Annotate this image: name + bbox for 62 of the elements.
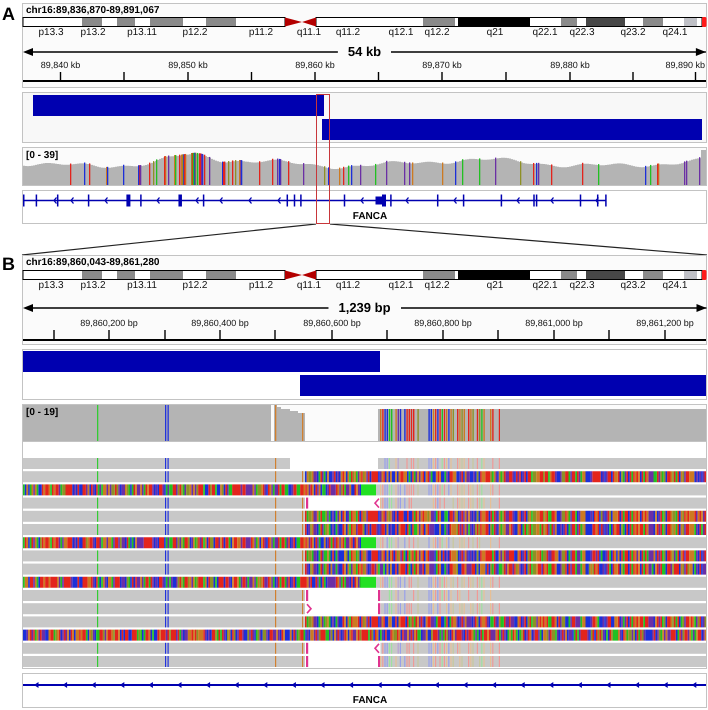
band-label: q21 (486, 27, 504, 38)
band-label: q11.2 (336, 280, 360, 291)
band-label: p13.11 (127, 280, 157, 291)
clip-mark-icon (306, 656, 308, 667)
data-range-label: [0 - 39] (26, 150, 58, 161)
tick-label: 89,860,400 bp (191, 317, 249, 329)
gene-name-label: FANCA (352, 695, 388, 706)
band-label: q22.1 (532, 27, 558, 38)
tick-label: 89,880 kb (550, 59, 590, 71)
band-label: p13.11 (127, 27, 157, 38)
band-label: q24.1 (662, 280, 688, 291)
clip-mark-icon (378, 603, 380, 614)
tick-label: 89,860,600 bp (303, 317, 361, 329)
band-label: p11.2 (248, 27, 274, 38)
locus-label: chr16:89,836,870-89,891,067 (26, 4, 160, 16)
band-label: q11.2 (336, 27, 360, 38)
tick-label: 89,850 kb (168, 59, 208, 71)
band-label: p12.2 (182, 27, 208, 38)
span-label: 54 kb (348, 45, 382, 59)
band-label: q23.2 (620, 27, 646, 38)
tick-label: 89,870 kb (422, 59, 462, 71)
band-label: p13.3 (38, 27, 64, 38)
current-region-marker (702, 270, 706, 280)
clip-mark-icon (378, 590, 380, 601)
locus-label: chr16:89,860,043-89,861,280 (26, 257, 160, 269)
band-label: q22.3 (569, 280, 595, 291)
tick-label: 89,861,200 bp (636, 317, 694, 329)
band-label: q22.3 (569, 27, 595, 38)
gene-name-label: FANCA (352, 211, 388, 222)
band-label: q23.2 (620, 280, 646, 291)
span-label: 1,239 bp (338, 301, 391, 315)
tick-label: 89,861,000 bp (525, 317, 583, 329)
chevron-left-icon (374, 498, 380, 508)
band-label: q12.1 (388, 27, 414, 38)
tick-label: 89,860 kb (295, 59, 335, 71)
clip-mark-icon (306, 590, 308, 601)
band-label: q12.2 (424, 280, 450, 291)
data-range-label: [0 - 19] (26, 407, 58, 418)
band-label: p12.2 (182, 280, 208, 291)
band-label: q22.1 (532, 280, 558, 291)
current-region-marker (702, 17, 706, 27)
chevron-right-icon (306, 604, 312, 614)
tick-label: 89,860,200 bp (80, 317, 138, 329)
band-label: p13.2 (80, 27, 106, 38)
panel-label: B (2, 255, 15, 273)
tick-label: 89,890 kb (665, 59, 705, 71)
tick-label: 89,860,800 bp (414, 317, 472, 329)
band-label: q12.2 (424, 27, 450, 38)
band-label: p13.2 (80, 280, 106, 291)
band-label: p11.2 (248, 280, 274, 291)
band-label: q11.1 (296, 280, 322, 291)
panel-label: A (2, 5, 15, 23)
band-label: p13.3 (38, 280, 64, 291)
clip-mark-icon (306, 642, 308, 654)
tick-label: 89,840 kb (40, 59, 80, 71)
band-label: q24.1 (662, 27, 688, 38)
band-label: q12.1 (388, 280, 414, 291)
clip-mark-icon (306, 498, 308, 509)
band-label: q21 (486, 280, 504, 291)
chevron-left-icon (374, 643, 380, 654)
clip-mark-icon (378, 656, 380, 667)
band-label: q11.1 (296, 27, 322, 38)
